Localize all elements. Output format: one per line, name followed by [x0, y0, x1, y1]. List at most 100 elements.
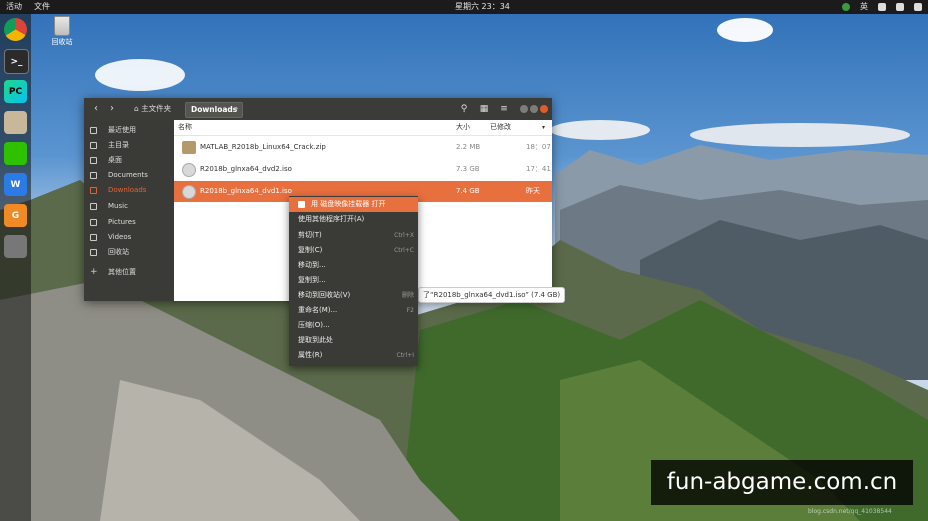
file-row[interactable]: MATLAB_R2018b_Linux64_Crack.zip 2.2 MB 1…	[174, 137, 552, 158]
desktop-trash-label: 回收站	[51, 38, 73, 46]
disk-mounter-icon	[298, 201, 305, 208]
home-icon	[90, 142, 97, 149]
disc-image-icon	[182, 185, 196, 199]
menu-item-label: 重命名(M)...	[298, 306, 338, 314]
menu-item-move-to-trash[interactable]: 移动到回收站(V) 删除	[289, 288, 418, 303]
sidebar-item-label: Documents	[108, 171, 148, 179]
sidebar-item-label: Music	[108, 202, 128, 210]
file-name: R2018b_glnxa64_dvd1.iso	[200, 187, 292, 195]
sidebar-item-downloads[interactable]: Downloads	[84, 183, 174, 198]
menu-item-properties[interactable]: 属性(R) Ctrl+I	[289, 348, 418, 363]
menu-item-shortcut: Ctrl+I	[396, 352, 414, 359]
sidebar-item-label: 桌面	[108, 156, 122, 164]
column-modified[interactable]: 已修改	[490, 120, 511, 135]
sidebar-item-trash[interactable]: 回收站	[84, 245, 174, 260]
clock[interactable]: 星期六 23：34	[455, 0, 510, 14]
pycharm-icon[interactable]: PC	[4, 80, 27, 103]
sidebar-item-label: Pictures	[108, 218, 136, 226]
sidebar-item-other-locations[interactable]: + 其他位置	[84, 265, 174, 280]
back-icon[interactable]: ‹	[90, 103, 102, 115]
forward-icon[interactable]: ›	[106, 103, 118, 115]
chrome-icon[interactable]	[4, 18, 27, 41]
maximize-button[interactable]	[530, 105, 538, 113]
menu-item-copy[interactable]: 复制(C) Ctrl+C	[289, 243, 418, 258]
menu-item-label: 属性(R)	[298, 351, 323, 359]
selection-status: 了“R2018b_glnxa64_dvd1.iso” (7.4 GB)	[418, 287, 566, 303]
menu-item-shortcut: Ctrl+C	[394, 247, 414, 254]
file-name: MATLAB_R2018b_Linux64_Crack.zip	[200, 143, 326, 151]
menu-item-cut[interactable]: 剪切(T) Ctrl+X	[289, 228, 418, 243]
music-icon	[90, 203, 97, 210]
menu-item-compress[interactable]: 压缩(O)...	[289, 318, 418, 333]
file-size: 7.3 GB	[456, 165, 480, 173]
menu-item-open-with[interactable]: 使用其他程序打开(A)	[289, 212, 418, 227]
breadcrumb-home-label: 主文件夹	[141, 104, 172, 113]
sort-dropdown-icon[interactable]: ▾	[542, 120, 545, 135]
menu-item-rename[interactable]: 重命名(M)... F2	[289, 303, 418, 318]
file-modified: 17：41	[526, 165, 551, 173]
sidebar-item-label: Videos	[108, 233, 132, 241]
menu-item-move-to[interactable]: 移动到...	[289, 258, 418, 273]
view-grid-icon[interactable]: ▦	[478, 103, 490, 115]
system-tray: 英	[842, 0, 922, 14]
sidebar-item-recent[interactable]: 最近使用	[84, 123, 174, 138]
app-menu[interactable]: 文件	[34, 0, 50, 14]
breadcrumb-next-icon[interactable]: ›	[235, 103, 239, 115]
dock: >_ PC W G	[0, 14, 31, 521]
plus-icon: +	[90, 267, 98, 277]
menu-item-label: 复制(C)	[298, 246, 323, 254]
sidebar-item-home[interactable]: 主目录	[84, 138, 174, 153]
pictures-icon	[90, 219, 97, 226]
wps-icon[interactable]: W	[4, 173, 27, 196]
power-icon[interactable]	[914, 3, 922, 11]
file-size: 2.2 MB	[456, 143, 481, 151]
file-name: R2018b_glnxa64_dvd2.iso	[200, 165, 292, 173]
menu-item-shortcut: F2	[406, 307, 414, 314]
menu-item-label: 压缩(O)...	[298, 321, 330, 329]
disc-image-icon	[182, 163, 196, 177]
app-indicator-icon[interactable]	[842, 3, 850, 11]
input-method-indicator[interactable]: 英	[860, 0, 868, 14]
menu-item-open-disk-image-mounter[interactable]: 用 磁盘映像挂载器 打开	[289, 197, 418, 212]
column-size[interactable]: 大小	[456, 120, 470, 135]
watermark: fun-abgame.com.cn	[651, 460, 913, 505]
menu-item-label: 用 磁盘映像挂载器 打开	[311, 200, 386, 208]
header-bar: ‹ › ⌂ 主文件夹 Downloads › ⚲ ▦ ≡	[84, 98, 552, 120]
sidebar-item-music[interactable]: Music	[84, 199, 174, 214]
volume-icon[interactable]	[896, 3, 904, 11]
trash-icon	[54, 16, 70, 36]
trash-icon	[90, 249, 97, 256]
desktop-trash[interactable]: 回收站	[48, 14, 76, 47]
menu-item-label: 剪切(T)	[298, 231, 322, 239]
sidebar-item-label: 最近使用	[108, 126, 136, 134]
file-row[interactable]: R2018b_glnxa64_dvd2.iso 7.3 GB 17：41	[174, 159, 552, 180]
minimize-button[interactable]	[520, 105, 528, 113]
sidebar-item-desktop[interactable]: 桌面	[84, 153, 174, 168]
close-button[interactable]	[540, 105, 548, 113]
breadcrumb-home[interactable]: ⌂ 主文件夹	[134, 103, 171, 115]
context-menu: 用 磁盘映像挂载器 打开 使用其他程序打开(A) 剪切(T) Ctrl+X 复制(…	[289, 196, 418, 366]
menu-item-copy-to[interactable]: 复制到...	[289, 273, 418, 288]
wifi-icon[interactable]	[878, 3, 886, 11]
wechat-icon[interactable]	[4, 142, 27, 165]
sidebar-item-documents[interactable]: Documents	[84, 168, 174, 183]
terminal-icon[interactable]: >_	[4, 49, 29, 74]
menu-icon[interactable]: ≡	[498, 103, 510, 115]
sidebar-item-videos[interactable]: Videos	[84, 230, 174, 245]
sidebar-item-label: 回收站	[108, 248, 129, 256]
column-headers: 名称 大小 已修改 ▾	[174, 120, 552, 136]
file-modified: 昨天	[526, 187, 540, 195]
activities-button[interactable]: 活动	[6, 0, 22, 14]
sidebar-item-pictures[interactable]: Pictures	[84, 215, 174, 230]
menu-item-extract-here[interactable]: 提取到此处	[289, 333, 418, 348]
app-icon[interactable]: G	[4, 204, 27, 227]
column-name[interactable]: 名称	[178, 120, 192, 135]
folder-icon	[90, 157, 97, 164]
files-icon[interactable]	[4, 111, 27, 134]
search-icon[interactable]: ⚲	[458, 103, 470, 115]
menu-item-label: 复制到...	[298, 276, 326, 284]
camera-icon[interactable]	[4, 235, 27, 258]
archive-icon	[182, 141, 196, 154]
download-icon	[90, 187, 97, 194]
sidebar-item-label: 主目录	[108, 141, 129, 149]
